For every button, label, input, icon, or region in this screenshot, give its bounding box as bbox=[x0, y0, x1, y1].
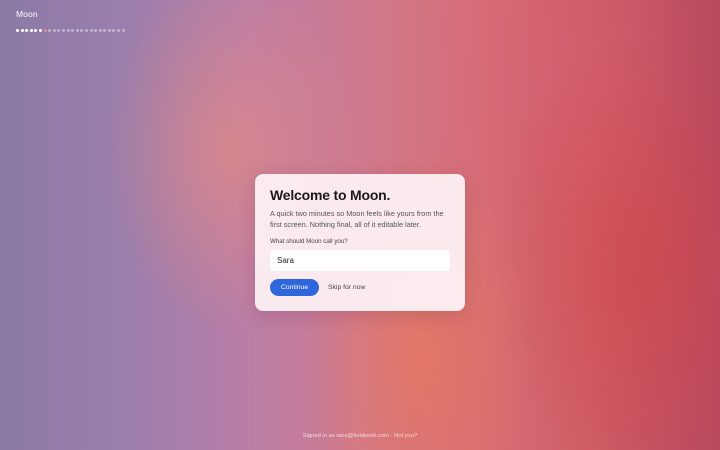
progress-step-dot bbox=[89, 29, 93, 32]
progress-step-dot bbox=[61, 29, 65, 32]
progress-step-dot bbox=[66, 29, 70, 32]
card-subtitle: A quick two minutes so Moon feels like y… bbox=[270, 209, 444, 229]
skip-link[interactable]: Skip for now bbox=[328, 284, 365, 291]
progress-step-dot bbox=[117, 29, 121, 32]
progress-step-dot bbox=[94, 29, 98, 32]
signed-in-text: Signed in as sara@fieldwork.com bbox=[302, 433, 389, 439]
progress-step-dot bbox=[48, 29, 52, 32]
progress-step-dot bbox=[16, 29, 19, 32]
progress-step-dot bbox=[80, 29, 84, 32]
app-title: Moon bbox=[16, 9, 38, 19]
progress-step-dot bbox=[43, 29, 47, 32]
name-input[interactable] bbox=[270, 250, 450, 271]
progress-step-dot bbox=[121, 29, 125, 32]
not-you-link[interactable]: Not you? bbox=[394, 433, 417, 439]
card-actions: Continue Skip for now bbox=[270, 279, 450, 296]
progress-step-dot bbox=[75, 29, 79, 32]
progress-step-dot bbox=[71, 29, 75, 32]
progress-step-dot bbox=[112, 29, 116, 32]
continue-button[interactable]: Continue bbox=[270, 279, 319, 296]
progress-step-dot bbox=[98, 29, 102, 32]
progress-step-dot bbox=[38, 29, 42, 32]
progress-step-dot bbox=[34, 29, 38, 32]
welcome-card: Welcome to Moon. A quick two minutes so … bbox=[255, 174, 465, 311]
progress-step-dot bbox=[84, 29, 88, 32]
progress-step-dot bbox=[25, 29, 29, 32]
name-field-label: What should Moon call you? bbox=[270, 238, 348, 245]
card-title: Welcome to Moon. bbox=[270, 187, 391, 203]
progress-step-dot bbox=[57, 29, 61, 32]
onboarding-progress bbox=[16, 29, 125, 32]
progress-step-dot bbox=[107, 29, 111, 32]
progress-step-dot bbox=[29, 29, 33, 32]
footer: Signed in as sara@fieldwork.com · Not yo… bbox=[0, 433, 720, 439]
progress-step-dot bbox=[52, 29, 56, 32]
progress-step-dot bbox=[103, 29, 107, 32]
progress-step-dot bbox=[20, 29, 24, 32]
